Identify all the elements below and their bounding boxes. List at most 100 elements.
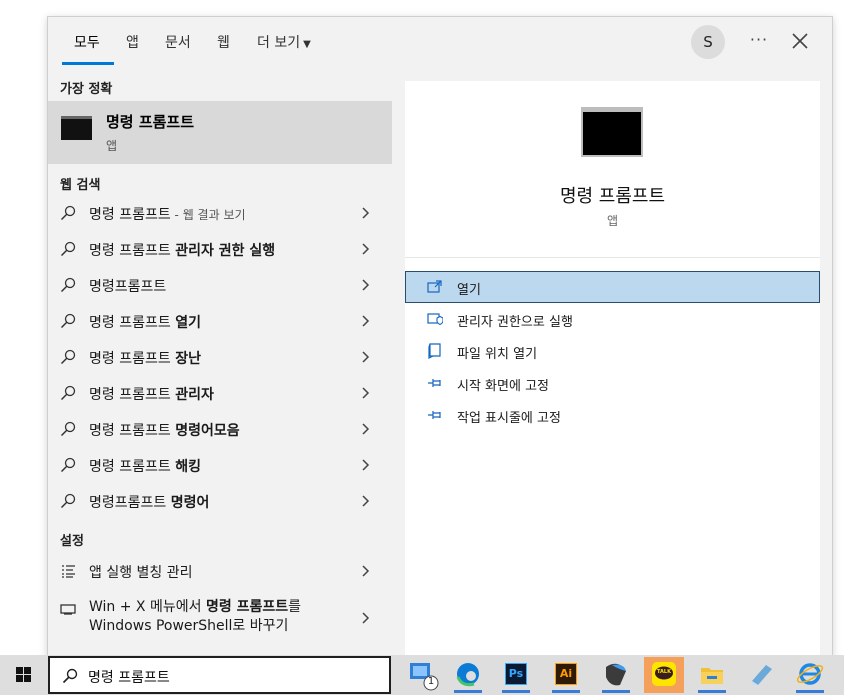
running-indicator <box>552 690 580 693</box>
settings-item-label-bold: 명령 프롬프트 <box>205 599 289 615</box>
section-web-search: 웹 검색 <box>60 178 101 193</box>
taskbar-app-vscode[interactable] <box>596 657 636 693</box>
action-pin-to-taskbar[interactable]: 작업 표시줄에 고정 <box>405 399 820 431</box>
more-options-button[interactable]: ··· <box>746 27 772 55</box>
search-icon <box>60 205 76 221</box>
running-indicator <box>796 690 824 693</box>
web-result-bold: 관리자 <box>175 387 214 403</box>
running-indicator <box>502 690 530 693</box>
taskbar-app-file-explorer[interactable] <box>692 657 732 693</box>
action-pin-to-start[interactable]: 시작 화면에 고정 <box>405 367 820 399</box>
settings-item-app-alias[interactable]: 앱 실행 별칭 관리 <box>48 553 392 589</box>
web-result-label: 명령 프롬프트 - 웹 결과 보기 <box>89 204 246 224</box>
web-result-plain: 명령 프롬프트 <box>89 387 176 403</box>
tab-all[interactable]: 모두 <box>74 32 100 52</box>
chevron-right-icon <box>362 495 370 507</box>
settings-item-label-line2: Windows PowerShell로 바꾸기 <box>89 618 289 634</box>
app-badge-count: 1 <box>427 676 435 687</box>
settings-item-label-post: 를 <box>288 599 301 615</box>
settings-item-label: 앱 실행 별칭 관리 <box>89 565 193 581</box>
web-result-bold: 해킹 <box>175 459 201 475</box>
action-open[interactable]: 열기 <box>405 271 820 303</box>
web-result-plain: 명령프롬프트 <box>89 279 167 295</box>
web-result-plain: 명령프롬프트 <box>89 495 171 511</box>
chevron-right-icon <box>362 279 370 291</box>
section-best-match: 가장 정확 <box>60 82 113 97</box>
search-query-text: 명령 프롬프트 <box>88 670 170 686</box>
web-result-label: 명령 프롬프트 관리자 <box>89 384 214 404</box>
action-open-file-location[interactable]: 파일 위치 열기 <box>405 335 820 367</box>
web-result-item[interactable]: 명령 프롬프트 관리자 권한 실행 <box>48 231 392 267</box>
file-explorer-icon <box>701 668 723 684</box>
search-panel: 모두 앱 문서 웹 더 보기 ▼ S ··· 가장 정확 명령 프롬프트 앱 웹 … <box>47 16 833 657</box>
close-button[interactable] <box>788 29 812 53</box>
shield-icon <box>427 313 443 326</box>
web-result-plain: 명령 프롬프트 <box>89 207 171 223</box>
search-icon <box>60 385 76 401</box>
command-prompt-large-icon <box>581 107 643 157</box>
search-icon <box>62 668 78 684</box>
web-result-label: 명령프롬프트 명령어 <box>89 492 209 512</box>
photoshop-label: Ps <box>508 667 524 680</box>
web-result-item[interactable]: 명령 프롬프트 장난 <box>48 339 392 375</box>
web-result-label: 명령 프롬프트 열기 <box>89 312 201 332</box>
web-result-bold: 열기 <box>175 315 201 331</box>
start-button[interactable] <box>0 655 47 695</box>
taskbar-app-notepad[interactable] <box>742 657 782 693</box>
web-result-bold: 명령어모음 <box>175 423 240 439</box>
tab-documents[interactable]: 문서 <box>165 32 191 52</box>
web-result-bold: 관리자 권한 실행 <box>175 243 276 259</box>
chevron-right-icon <box>362 243 370 255</box>
best-match-item[interactable]: 명령 프롬프트 앱 <box>48 101 392 164</box>
web-result-item[interactable]: 명령프롬프트 명령어 <box>48 483 392 519</box>
chevron-right-icon <box>362 459 370 471</box>
search-icon <box>60 421 76 437</box>
taskbar-app-remote[interactable]: 1 <box>404 657 444 693</box>
chevron-right-icon <box>362 612 370 624</box>
web-result-label: 명령프롬프트 <box>89 276 166 296</box>
open-icon <box>427 280 442 293</box>
web-result-plain: 명령 프롬프트 <box>89 351 176 367</box>
taskbar-app-edge[interactable] <box>448 657 488 693</box>
running-indicator <box>698 690 726 693</box>
search-icon <box>60 493 76 509</box>
best-match-title: 명령 프롬프트 <box>106 113 195 131</box>
section-settings: 설정 <box>60 534 84 549</box>
illustrator-icon: Ai <box>555 663 577 685</box>
action-label: 시작 화면에 고정 <box>457 379 549 394</box>
action-label: 작업 표시줄에 고정 <box>457 411 561 426</box>
chevron-right-icon <box>362 387 370 399</box>
taskbar-app-photoshop[interactable]: Ps <box>496 657 536 693</box>
action-label: 열기 <box>457 283 481 298</box>
web-result-item[interactable]: 명령프롬프트 <box>48 267 392 303</box>
search-icon <box>60 241 76 257</box>
folder-location-icon <box>428 343 441 359</box>
web-result-item[interactable]: 명령 프롬프트 - 웹 결과 보기 <box>48 195 392 231</box>
web-result-label: 명령 프롬프트 명령어모음 <box>89 420 240 440</box>
search-icon <box>60 313 76 329</box>
web-result-item[interactable]: 명령 프롬프트 관리자 <box>48 375 392 411</box>
user-avatar[interactable]: S <box>691 25 725 59</box>
web-result-item[interactable]: 명령 프롬프트 해킹 <box>48 447 392 483</box>
settings-item-winx-menu[interactable]: Win + X 메뉴에서 명령 프롬프트를 Windows PowerShell로… <box>48 594 392 642</box>
tab-web[interactable]: 웹 <box>217 32 230 52</box>
chevron-right-icon <box>362 351 370 363</box>
web-result-label: 명령 프롬프트 장난 <box>89 348 201 368</box>
edge-icon <box>456 663 479 687</box>
taskbar-search-box[interactable]: 명령 프롬프트 <box>48 656 391 694</box>
taskbar-app-internet-explorer[interactable] <box>790 657 830 693</box>
action-run-as-admin[interactable]: 관리자 권한으로 실행 <box>405 303 820 335</box>
taskbar-app-illustrator[interactable]: Ai <box>546 657 586 693</box>
search-icon <box>60 349 76 365</box>
preview-pane: 명령 프롬프트 앱 열기 관리자 권한으로 실행 파일 위치 열기 시작 화면에… <box>405 81 820 657</box>
web-result-item[interactable]: 명령 프롬프트 열기 <box>48 303 392 339</box>
tab-apps[interactable]: 앱 <box>126 32 139 52</box>
taskbar-app-kakaotalk[interactable]: TALK <box>644 657 684 693</box>
vscode-icon <box>606 663 626 686</box>
tab-more[interactable]: 더 보기 ▼ <box>257 32 311 52</box>
web-result-plain: 명령 프롬프트 <box>89 243 176 259</box>
pin-icon <box>428 379 441 387</box>
chevron-right-icon <box>362 565 370 577</box>
web-result-item[interactable]: 명령 프롬프트 명령어모음 <box>48 411 392 447</box>
kakaotalk-icon <box>652 662 676 686</box>
